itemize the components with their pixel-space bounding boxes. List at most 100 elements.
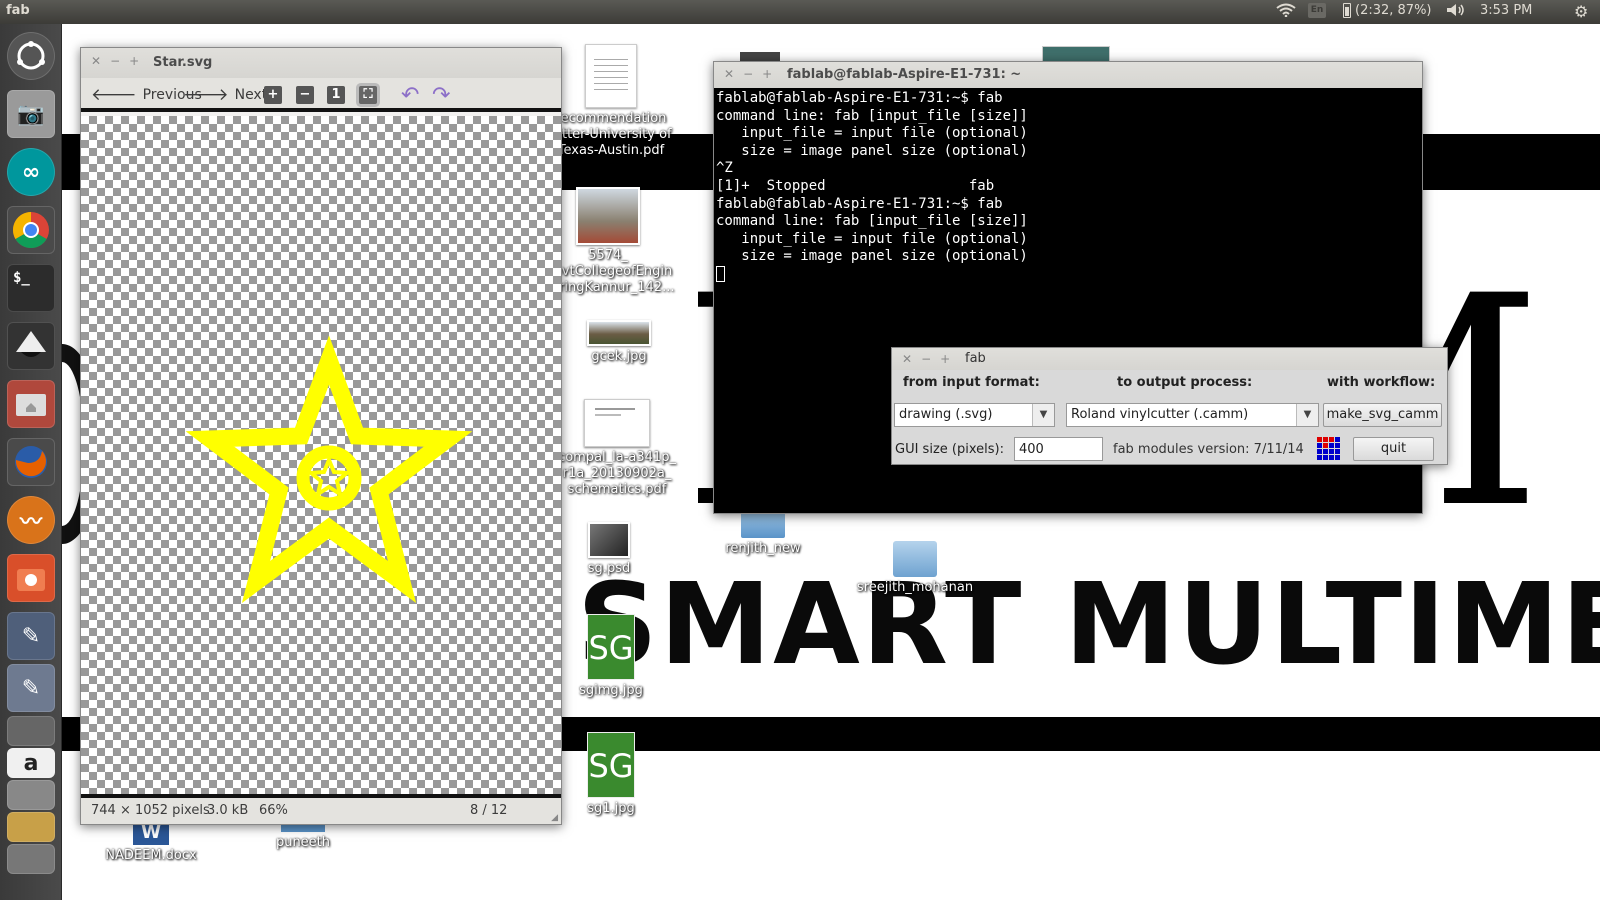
input-format-value: drawing (.svg) <box>899 407 993 422</box>
image-file-size: 3.0 kB <box>207 803 249 818</box>
desktop-icon-sgimg[interactable]: SG sgimg.jpg <box>546 614 676 699</box>
quit-button[interactable]: quit <box>1353 437 1434 461</box>
image-canvas[interactable] <box>81 116 561 796</box>
desktop-icon-pdf[interactable]: recommendation letter-University of Texa… <box>546 44 676 159</box>
image-viewer-titlebar[interactable]: ✕ − + Star.svg <box>81 48 561 78</box>
window-title: fab <box>965 351 986 366</box>
terminal-icon[interactable]: $_ <box>7 264 55 312</box>
keyboard-layout-indicator[interactable]: En <box>1308 3 1326 18</box>
desktop-icon-label: gcek.jpg <box>591 349 647 364</box>
best-fit-icon[interactable]: ⛶ <box>359 86 377 104</box>
normal-size-icon[interactable]: 1 <box>327 86 345 104</box>
input-format-select[interactable]: drawing (.svg) ▼ <box>894 403 1055 427</box>
desktop-icon-label: NADEEM.docx <box>105 848 197 863</box>
dash-home-icon[interactable] <box>7 32 55 80</box>
desktop-icon-label: sg1.jpg <box>587 801 635 816</box>
terminal-line: [1]+ Stopped fab <box>716 177 995 194</box>
wifi-icon[interactable] <box>1276 3 1296 17</box>
desktop-icon-puneeth[interactable]: puneeth <box>238 824 368 851</box>
launcher: 📷 ∞ $_ 〰 ✎ ✎ a <box>0 24 62 900</box>
desktop-icon-nadeem[interactable]: W NADEEM.docx <box>86 821 216 864</box>
zoom-out-icon[interactable]: − <box>296 86 314 104</box>
top-panel: fab En (2:32, 87%) 3:53 PM ⚙ <box>0 0 1600 24</box>
camera-app-icon[interactable]: 📷 <box>7 90 55 138</box>
input-format-header: from input format: <box>903 375 1040 390</box>
desktop-icon-gcek[interactable]: gcek.jpg <box>554 320 684 365</box>
workspace-icon[interactable] <box>7 812 55 842</box>
terminal-line: size = image panel size (optional) <box>716 248 1028 265</box>
fab-logo-icon <box>1317 437 1341 461</box>
terminal-line: size = image panel size (optional) <box>716 142 1028 159</box>
desktop-icon-sg1[interactable]: SG sg1.jpg <box>546 732 676 817</box>
clock[interactable]: 3:53 PM <box>1480 3 1532 18</box>
desktop-icon-sreejith[interactable]: sreejith_mohanan <box>850 541 980 596</box>
zoom-in-icon[interactable]: + <box>264 86 282 104</box>
chevron-down-icon: ▼ <box>1032 404 1054 426</box>
window-title: fablab@fablab-Aspire-E1-731: ~ <box>787 67 1022 82</box>
image-viewer-statusbar: 744 × 1052 pixels 3.0 kB 66% 8 / 12 ◢ <box>81 798 561 824</box>
workflow-button[interactable]: make_svg_camm <box>1323 403 1442 427</box>
trash-icon[interactable] <box>7 844 55 874</box>
notes-icon[interactable]: ✎ <box>7 664 55 712</box>
desktop-icon-psd[interactable]: sg.psd <box>544 522 674 577</box>
rotate-left-icon[interactable]: ↶ <box>401 83 419 108</box>
workflow-header: with workflow: <box>1327 375 1436 390</box>
desktop-icon-label: sreejith_mohanan <box>856 580 974 595</box>
battery-indicator[interactable]: (2:32, 87%) <box>1343 3 1432 18</box>
inkscape-icon[interactable] <box>7 322 55 370</box>
chrome-icon[interactable] <box>7 206 55 254</box>
pdf-icon <box>584 399 650 447</box>
terminal-line: command line: fab [input_file [size]] <box>716 107 1028 124</box>
battery-text: (2:32, 87%) <box>1355 3 1432 18</box>
gear-icon[interactable]: ⚙ <box>1574 2 1588 21</box>
software-center-icon[interactable] <box>7 554 55 602</box>
fab-titlebar[interactable]: ✕ − + fab <box>892 348 1447 370</box>
desktop-icon-label: puneeth <box>275 835 331 850</box>
desktop-icon-jpg[interactable]: 5574_ GovtCollegeofEngin eeringKannur_14… <box>543 187 674 296</box>
sg-image-icon: SG <box>587 614 635 680</box>
folder-icon <box>893 541 937 577</box>
window-title: Star.svg <box>153 55 213 70</box>
next-button[interactable]: 🡒 Next <box>183 85 267 105</box>
desktop-icon-schematics[interactable]: compal_la-a341p_ r1a_20130902a_ schemati… <box>552 399 682 498</box>
image-thumbnail-icon <box>576 187 640 245</box>
files-icon[interactable] <box>7 380 55 428</box>
gui-size-label: GUI size (pixels): <box>895 442 1004 457</box>
output-process-select[interactable]: Roland vinylcutter (.camm) ▼ <box>1066 403 1319 427</box>
terminal-titlebar[interactable]: ✕ − + fablab@fablab-Aspire-E1-731: ~ <box>714 62 1422 88</box>
resize-grip-icon[interactable]: ◢ <box>551 813 558 823</box>
text-editor-icon[interactable]: ✎ <box>7 612 55 660</box>
terminal-cursor <box>716 265 725 282</box>
image-thumbnail-icon <box>587 320 651 346</box>
output-process-header: to output process: <box>1117 375 1253 390</box>
firefox-icon[interactable] <box>7 438 55 486</box>
zoom-level: 66% <box>259 803 288 818</box>
minimize-icon[interactable]: − <box>921 352 931 366</box>
audio-app-icon[interactable]: 〰 <box>7 496 55 544</box>
rotate-right-icon[interactable]: ↷ <box>432 83 450 108</box>
disk-app-icon[interactable] <box>7 716 55 746</box>
terminal-output[interactable]: fablab@fablab-Aspire-E1-731:~$ fab comma… <box>714 88 1422 286</box>
minimize-icon[interactable]: − <box>110 54 120 68</box>
close-icon[interactable]: ✕ <box>902 352 912 366</box>
close-icon[interactable]: ✕ <box>91 54 101 68</box>
maximize-icon[interactable]: + <box>940 352 950 366</box>
maximize-icon[interactable]: + <box>762 67 772 81</box>
desktop-icon-renjith[interactable]: renjith_new <box>698 512 828 557</box>
volume-icon[interactable] <box>1446 3 1466 17</box>
arduino-icon[interactable]: ∞ <box>7 148 55 196</box>
maximize-icon[interactable]: + <box>129 54 139 68</box>
wallpaper-text: SMART MULTIMETE <box>577 560 1600 690</box>
fab-version-text: fab modules version: 7/11/14 <box>1113 442 1304 457</box>
image-viewer-window: ✕ − + Star.svg 🡐 Previous 🡒 Next + − 1 ⛶… <box>80 47 562 825</box>
terminal-line: ^Z <box>716 160 733 177</box>
close-icon[interactable]: ✕ <box>724 67 734 81</box>
folder-icon <box>741 512 785 538</box>
gui-size-input[interactable]: 400 <box>1014 437 1103 461</box>
active-app-title: fab <box>6 3 30 18</box>
minimize-icon[interactable]: − <box>743 67 753 81</box>
star-image <box>185 335 473 603</box>
amazon-icon[interactable]: a <box>7 748 55 778</box>
desktop-icon-label: sg.psd <box>587 561 631 576</box>
system-app-icon[interactable] <box>7 780 55 810</box>
